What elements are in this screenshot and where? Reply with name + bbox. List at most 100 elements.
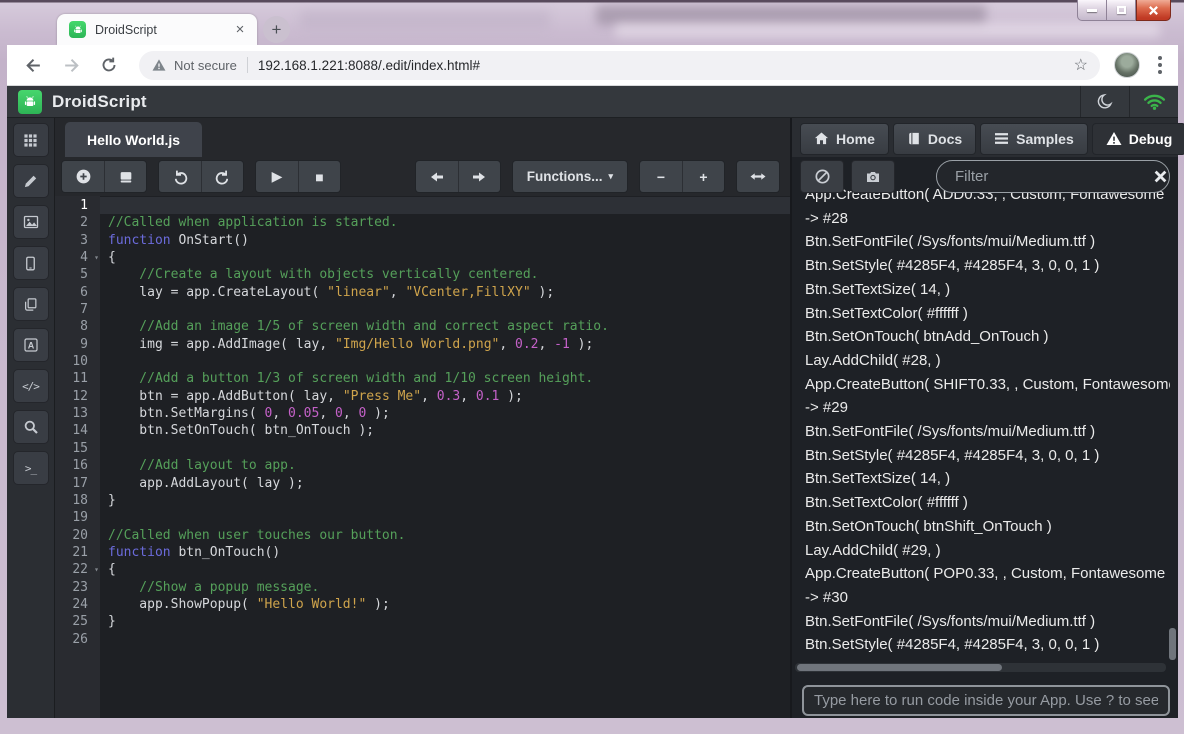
back-icon[interactable]: [21, 53, 45, 77]
code-line[interactable]: [100, 197, 790, 214]
code-line[interactable]: function btn_OnTouch(): [100, 544, 790, 561]
sidebar-apps-button[interactable]: [13, 123, 49, 157]
clear-filter-icon[interactable]: [1154, 170, 1167, 183]
profile-avatar[interactable]: [1114, 52, 1140, 78]
browser-menu-icon[interactable]: [1150, 56, 1170, 74]
functions-dropdown[interactable]: Functions...▾: [513, 161, 627, 192]
code-line[interactable]: [100, 631, 790, 648]
nav-right-button[interactable]: [458, 161, 500, 192]
code-line[interactable]: //Called when user touches our button.: [100, 527, 790, 544]
code-line[interactable]: app.AddLayout( lay );: [100, 475, 790, 492]
debug-vertical-scrollbar-thumb[interactable]: [1169, 628, 1176, 660]
new-tab-button[interactable]: +: [263, 16, 290, 43]
tab-close-icon[interactable]: ×: [231, 21, 249, 39]
sidebar-copy-button[interactable]: [13, 287, 49, 321]
code-editor[interactable]: 1234▾5678910111213141516171819202122▾232…: [55, 196, 790, 718]
tab-debug[interactable]: Debug: [1092, 123, 1184, 155]
code-line[interactable]: {: [100, 249, 790, 266]
code-line[interactable]: img = app.AddImage( lay, "Img/Hello Worl…: [100, 336, 790, 353]
address-bar[interactable]: Not secure 192.168.1.221:8088/.edit/inde…: [139, 51, 1100, 80]
console-input[interactable]: [802, 685, 1170, 716]
stop-button[interactable]: ■: [298, 161, 340, 192]
sidebar-edit-button[interactable]: [13, 164, 49, 198]
bookmark-star-icon[interactable]: ☆: [1074, 55, 1088, 75]
code-line[interactable]: [100, 353, 790, 370]
browser-titlebar: DroidScript × +: [0, 0, 1184, 45]
code-line[interactable]: //Show a popup message.: [100, 579, 790, 596]
code-line[interactable]: function OnStart(): [100, 232, 790, 249]
home-icon: [814, 131, 829, 146]
code-line[interactable]: [100, 440, 790, 457]
code-line[interactable]: }: [100, 613, 790, 630]
clear-log-button[interactable]: [800, 160, 844, 193]
sidebar-device-button[interactable]: [13, 246, 49, 280]
refresh-icon[interactable]: [97, 53, 121, 77]
sidebar-terminal-button[interactable]: >_: [13, 451, 49, 485]
code-line[interactable]: [100, 301, 790, 318]
debug-log-line: Btn.SetFontFile( /Sys/fonts/mui/Medium.t…: [805, 610, 1170, 634]
code-line[interactable]: //Add an image 1/5 of screen width and c…: [100, 318, 790, 335]
code-line[interactable]: btn.SetMargins( 0, 0.05, 0, 0 );: [100, 405, 790, 422]
code-line[interactable]: lay = app.CreateLayout( "linear", "VCent…: [100, 284, 790, 301]
desktop: DroidScript × + Not secure 192: [0, 0, 1184, 734]
code-token: {: [108, 562, 116, 577]
sidebar-search-button[interactable]: [13, 410, 49, 444]
screenshot-button[interactable]: [851, 160, 895, 193]
play-button[interactable]: ▶: [256, 161, 298, 192]
docs-icon: [907, 131, 921, 146]
fold-marker-icon[interactable]: ▾: [94, 249, 99, 266]
scrollbar-thumb[interactable]: [797, 664, 1002, 671]
code-area[interactable]: //Called when application is started.fun…: [100, 196, 790, 718]
code-line[interactable]: btn.SetOnTouch( btn_OnTouch );: [100, 422, 790, 439]
debug-horizontal-scrollbar[interactable]: [795, 663, 1166, 672]
code-line[interactable]: app.ShowPopup( "Hello World!" );: [100, 596, 790, 613]
line-number: 16: [55, 457, 100, 474]
redo-button[interactable]: [201, 161, 243, 192]
line-number: 4▾: [55, 249, 100, 266]
save-button[interactable]: [104, 161, 146, 192]
tab-samples[interactable]: Samples: [980, 123, 1088, 155]
filter-input[interactable]: [955, 168, 1154, 185]
expand-button[interactable]: [737, 161, 779, 192]
close-button[interactable]: [1136, 0, 1171, 21]
url-text[interactable]: 192.168.1.221:8088/.edit/index.html#: [258, 58, 1066, 73]
wifi-status-icon[interactable]: [1129, 86, 1178, 117]
line-number: 26: [55, 631, 100, 648]
app-header: DroidScript: [7, 86, 1178, 118]
fold-marker-icon[interactable]: ▾: [94, 561, 99, 578]
minimize-button[interactable]: [1077, 0, 1107, 21]
code-line[interactable]: //Add layout to app.: [100, 457, 790, 474]
dark-mode-toggle[interactable]: [1080, 86, 1129, 117]
desktop-glass-blur: [300, 10, 550, 28]
code-line[interactable]: [100, 509, 790, 526]
code-line[interactable]: //Create a layout with objects verticall…: [100, 266, 790, 283]
forward-icon[interactable]: [59, 53, 83, 77]
nav-left-button[interactable]: [416, 161, 458, 192]
maximize-button[interactable]: [1107, 0, 1136, 21]
sidebar-spellcheck-button[interactable]: A: [13, 328, 49, 362]
code-token: 0.2: [515, 337, 538, 352]
code-line[interactable]: }: [100, 492, 790, 509]
code-line[interactable]: //Add a button 1/3 of screen width and 1…: [100, 370, 790, 387]
image-icon: [23, 214, 39, 230]
line-number: 19: [55, 509, 100, 526]
add-button[interactable]: [62, 161, 104, 192]
browser-tab[interactable]: DroidScript ×: [57, 14, 257, 45]
debug-log-list[interactable]: App.CreateButton( ADD0.33, , Custom, Fon…: [792, 157, 1170, 662]
minus-button[interactable]: −: [640, 161, 682, 192]
code-line[interactable]: btn = app.AddButton( lay, "Press Me", 0.…: [100, 388, 790, 405]
filter-box[interactable]: [936, 160, 1170, 193]
tab-home[interactable]: Home: [800, 123, 889, 155]
plus-button[interactable]: +: [682, 161, 724, 192]
undo-button[interactable]: [159, 161, 201, 192]
sidebar-code-button[interactable]: </>: [13, 369, 49, 403]
code-line[interactable]: //Called when application is started.: [100, 214, 790, 231]
not-secure-warning-icon[interactable]: [152, 58, 166, 72]
droidscript-logo: [18, 90, 42, 114]
file-tab[interactable]: Hello World.js: [65, 122, 202, 157]
search-icon: [23, 419, 39, 435]
sidebar-images-button[interactable]: [13, 205, 49, 239]
code-token: );: [570, 337, 593, 352]
code-line[interactable]: {: [100, 561, 790, 578]
tab-docs[interactable]: Docs: [893, 123, 976, 155]
